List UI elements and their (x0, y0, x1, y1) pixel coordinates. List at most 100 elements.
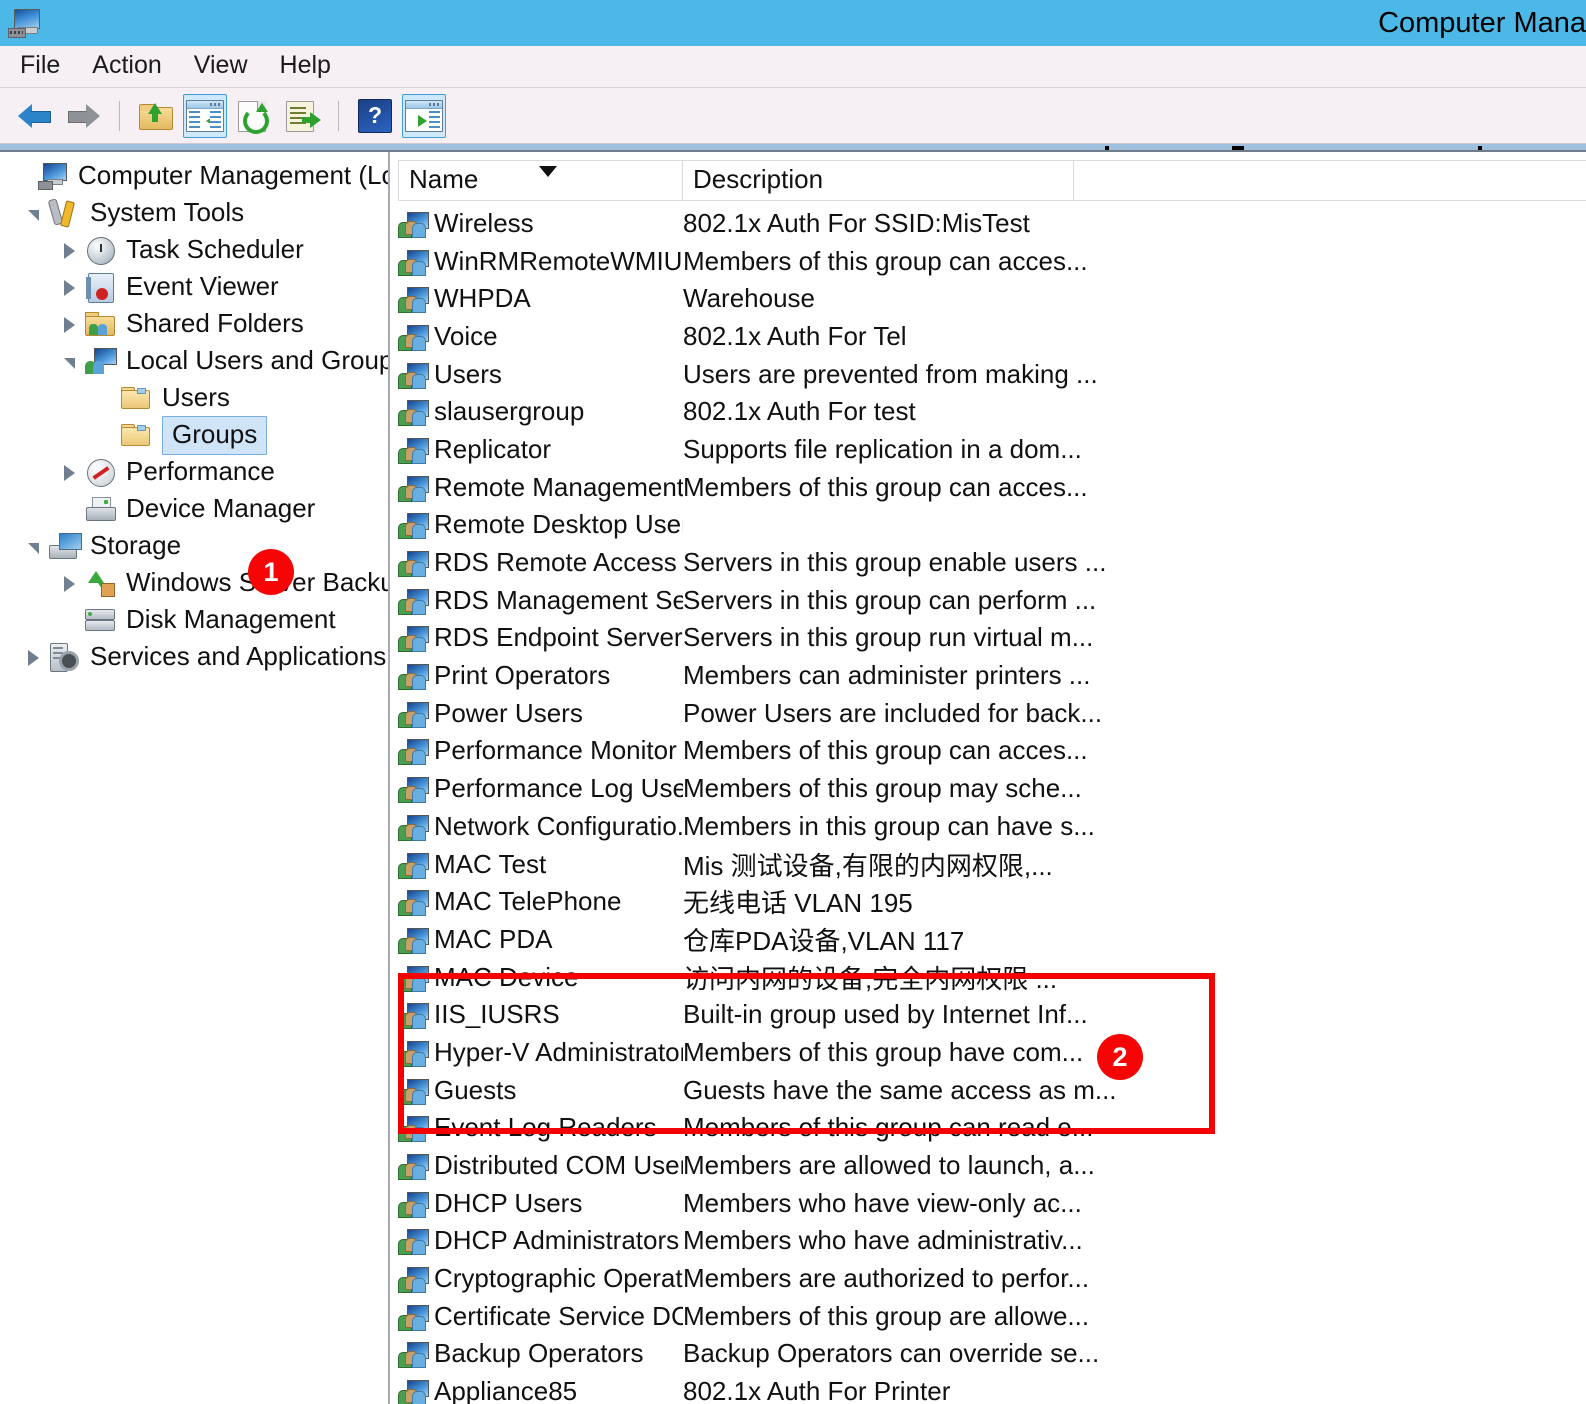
groups-list-pane[interactable]: Name Description Wireless 802.1x Auth For… (390, 152, 1586, 1404)
tree-node-services-and-applications[interactable]: Services and Applications (0, 639, 388, 676)
table-row[interactable]: Voice 802.1x Auth For Tel (398, 319, 1586, 357)
expander-collapsed-icon[interactable] (22, 647, 44, 669)
table-row[interactable]: WHPDA Warehouse (398, 281, 1586, 319)
row-name-cell: Performance Log Users (398, 773, 683, 807)
menu-item-action[interactable]: Action (76, 51, 177, 80)
expander-collapsed-icon[interactable] (58, 277, 80, 299)
expander-collapsed-icon[interactable] (58, 314, 80, 336)
table-row[interactable]: slausergroup 802.1x Auth For test (398, 394, 1586, 432)
row-name-label: WinRMRemoteWMIU... (434, 245, 683, 276)
row-description-cell: Members of this group can read e... (683, 1112, 1094, 1143)
column-header-name[interactable]: Name (398, 160, 683, 201)
table-row[interactable]: Remote Desktop Users (398, 508, 1586, 546)
row-name-label: Performance Log Users (434, 773, 683, 804)
table-row[interactable]: DHCP Users Members who have view-only ac.… (398, 1186, 1586, 1224)
show-hide-action-pane-button[interactable] (402, 93, 446, 138)
table-row[interactable]: Hyper-V Administrators Members of this gr… (398, 1035, 1586, 1073)
table-row[interactable]: Guests Guests have the same access as m..… (398, 1073, 1586, 1111)
table-row[interactable]: Cryptographic Operat... Members are autho… (398, 1261, 1586, 1299)
list-column-headers: Name Description (398, 160, 1586, 201)
expander-collapsed-icon[interactable] (58, 240, 80, 262)
disk-management-icon (84, 606, 118, 636)
table-row[interactable]: RDS Remote Access S...Servers in this gr… (398, 545, 1586, 583)
table-row[interactable]: Performance Log Users Members of this gro… (398, 771, 1586, 809)
table-row[interactable]: RDS Management Ser...Servers in this gro… (398, 583, 1586, 621)
table-row[interactable]: MAC PDA 仓库PDA设备,VLAN 117 (398, 922, 1586, 960)
group-icon (398, 664, 429, 691)
table-row[interactable]: Event Log Readers Members of this group c… (398, 1111, 1586, 1149)
row-description-cell: Supports file replication in a dom... (683, 433, 1082, 464)
tree-node-local-users-and-groups[interactable]: Local Users and Groups (0, 343, 388, 380)
group-icon (398, 1267, 429, 1294)
tree-node-task-scheduler[interactable]: Task Scheduler (0, 232, 388, 269)
tree-node-storage[interactable]: Storage (0, 528, 388, 565)
tree-node-groups[interactable]: Groups (0, 416, 388, 455)
groups-list-rows: Wireless 802.1x Auth For SSID:MisTest WinR… (398, 206, 1586, 1404)
tree-node-users[interactable]: Users (0, 380, 388, 417)
table-row[interactable]: Print Operators Members can administer pr… (398, 658, 1586, 696)
row-name-label: Print Operators (434, 660, 611, 691)
forward-button[interactable] (62, 95, 104, 137)
refresh-button[interactable] (233, 95, 275, 137)
expander-expanded-icon[interactable] (58, 351, 80, 373)
tree-node-label: Storage (90, 529, 182, 560)
row-name-label: Users (434, 358, 502, 389)
menu-item-file[interactable]: File (0, 51, 76, 80)
table-row[interactable]: Remote Management... Members of this grou… (398, 470, 1586, 508)
table-row[interactable]: Power Users Power Users are included for … (398, 696, 1586, 734)
table-row[interactable]: MAC Test Mis 测试设备,有限的内网权限,... (398, 847, 1586, 885)
action-pane-icon (405, 99, 443, 132)
tree-node-label: Device Manager (126, 492, 316, 523)
row-name-cell: WHPDA (398, 283, 683, 317)
tree-node-system-tools[interactable]: System Tools (0, 195, 388, 232)
row-name-cell: Voice (398, 321, 683, 355)
back-button[interactable] (14, 95, 56, 137)
tree-node-computer-management-local[interactable]: Computer Management (Local) (0, 158, 388, 195)
console-tree-pane[interactable]: Computer Management (Local) System Tools T… (0, 152, 390, 1404)
expander-expanded-icon[interactable] (22, 203, 44, 225)
table-row[interactable]: Network Configuratio... Members in this g… (398, 809, 1586, 847)
table-row[interactable]: Distributed COM Users Members are allowed… (398, 1148, 1586, 1186)
pane-splitter-bar[interactable] (0, 144, 1586, 152)
tree-node-performance[interactable]: Performance (0, 454, 388, 491)
row-name-label: Appliance85 (434, 1376, 578, 1404)
expander-expanded-icon[interactable] (22, 536, 44, 558)
row-name-label: DHCP Administrators (434, 1225, 680, 1256)
row-name-cell: Remote Management... (398, 472, 683, 506)
tree-node-disk-management[interactable]: Disk Management (0, 602, 388, 639)
expander-collapsed-icon[interactable] (58, 462, 80, 484)
table-row[interactable]: MAC TelePhone 无线电话 VLAN 195 (398, 884, 1586, 922)
table-row[interactable]: Performance Monitor ... Members of this g… (398, 734, 1586, 772)
tree-node-event-viewer[interactable]: Event Viewer (0, 269, 388, 306)
table-row[interactable]: WinRMRemoteWMIU... Members of this group … (398, 244, 1586, 282)
tree-node-device-manager[interactable]: Device Manager (0, 491, 388, 528)
export-list-icon (286, 100, 321, 132)
table-row[interactable]: Wireless 802.1x Auth For SSID:MisTest (398, 206, 1586, 244)
table-row[interactable]: Backup Operators Backup Operators can ove… (398, 1337, 1586, 1375)
table-row[interactable]: IIS_IUSRS Built-in group used by Internet… (398, 997, 1586, 1035)
column-header-description[interactable]: Description (683, 160, 1074, 201)
row-description-cell: Servers in this group enable users ... (683, 547, 1107, 578)
expander-collapsed-icon[interactable] (58, 573, 80, 595)
tree-node-label: Shared Folders (126, 307, 304, 338)
menu-item-view[interactable]: View (178, 51, 264, 80)
table-row[interactable]: Replicator Supports file replication in a… (398, 432, 1586, 470)
tree-node-shared-folders[interactable]: Shared Folders (0, 306, 388, 343)
table-row[interactable]: MAC Device 访问内网的设备,完全内网权限 ... (398, 960, 1586, 998)
table-row[interactable]: RDS Endpoint Servers Servers in this grou… (398, 621, 1586, 659)
help-button[interactable]: ? (354, 95, 396, 137)
up-one-level-button[interactable] (135, 95, 177, 137)
export-list-button[interactable] (281, 95, 323, 137)
menu-item-help[interactable]: Help (264, 51, 347, 80)
performance-icon (84, 458, 118, 488)
table-row[interactable]: DHCP Administrators Members who have admi… (398, 1224, 1586, 1262)
row-name-label: Wireless (434, 207, 534, 238)
content-area: Computer Management (Local) System Tools T… (0, 144, 1586, 1404)
table-row[interactable]: Certificate Service DC...Members of this… (398, 1299, 1586, 1337)
table-row[interactable]: Users Users are prevented from making ... (398, 357, 1586, 395)
table-row[interactable]: Appliance85 802.1x Auth For Printer (398, 1374, 1586, 1404)
show-hide-console-tree-button[interactable] (183, 93, 227, 138)
row-name-label: RDS Remote Access S... (434, 547, 683, 578)
row-description-cell: Servers in this group can perform ... (683, 584, 1097, 615)
tree-node-windows-server-backup[interactable]: Windows Server Backup (0, 565, 388, 602)
